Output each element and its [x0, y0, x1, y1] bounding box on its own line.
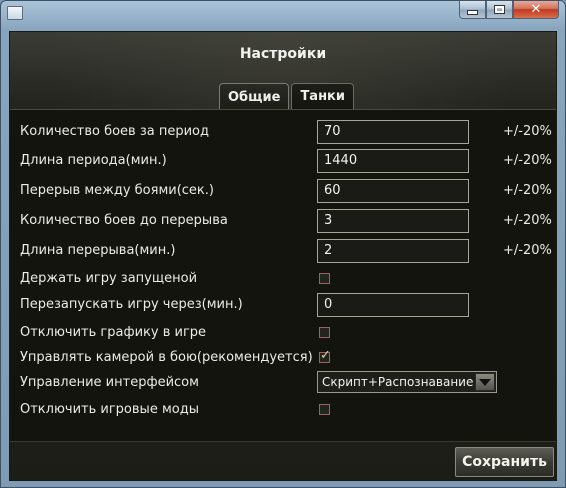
- break-length-label: Длина перерыва(мин.): [20, 243, 176, 258]
- interface-control-value: Скрипт+Распознавание: [322, 375, 474, 389]
- setting-row-period-length: Длина периода(мин.) 1440 +/-20%: [10, 148, 556, 174]
- battles-per-period-input[interactable]: 70: [317, 120, 469, 144]
- close-button[interactable]: ✕: [513, 1, 559, 19]
- keep-game-running-checkbox[interactable]: [319, 273, 330, 284]
- battles-before-break-range: +/-20%: [503, 213, 552, 228]
- chevron-down-icon[interactable]: [475, 373, 495, 391]
- app-icon: [7, 6, 23, 20]
- disable-graphics-label: Отключить графику в игре: [20, 325, 207, 340]
- keep-game-running-label: Держать игру запущеной: [20, 271, 198, 286]
- setting-row-restart-game: Перезапускать игру через(мин.) 0: [10, 292, 556, 318]
- close-icon: ✕: [530, 2, 542, 17]
- setting-row-battles-per-period: Количество боев за период 70 +/-20%: [10, 119, 556, 145]
- tab-tanks[interactable]: Танки: [291, 83, 354, 109]
- disable-mods-label: Отключить игровые моды: [20, 402, 199, 417]
- tab-bar: Общие Танки: [219, 83, 356, 110]
- window-controls: ✕: [459, 1, 559, 20]
- setting-row-control-camera: Управлять камерой в бою(рекомендуется): [10, 345, 556, 371]
- save-button[interactable]: Сохранить: [455, 447, 554, 477]
- period-length-label: Длина периода(мин.): [20, 153, 167, 168]
- break-length-input[interactable]: 2: [317, 239, 469, 263]
- disable-mods-checkbox[interactable]: [319, 404, 330, 415]
- setting-row-break-length: Длина перерыва(мин.) 2 +/-20%: [10, 238, 556, 264]
- page-title: Настройки: [239, 46, 327, 62]
- break-between-battles-label: Перерыв между боями(сек.): [20, 183, 214, 198]
- restart-game-label: Перезапускать игру через(мин.): [20, 297, 243, 312]
- setting-row-interface-control: Управление интерфейсом Скрипт+Распознава…: [10, 370, 556, 396]
- minimize-icon: [467, 10, 478, 15]
- period-length-input[interactable]: 1440: [317, 149, 469, 173]
- setting-row-disable-graphics: Отключить графику в игре: [10, 320, 556, 346]
- restart-game-input[interactable]: 0: [317, 293, 469, 317]
- break-length-range: +/-20%: [503, 243, 552, 258]
- settings-panel: Количество боев за период 70 +/-20% Длин…: [10, 109, 556, 442]
- client-area: Настройки Общие Танки Количество боев за…: [9, 31, 557, 481]
- battles-per-period-range: +/-20%: [503, 124, 552, 139]
- setting-row-keep-game-running: Держать игру запущеной: [10, 266, 556, 292]
- period-length-range: +/-20%: [503, 153, 552, 168]
- battles-before-break-label: Количество боев до перерыва: [20, 213, 228, 228]
- interface-control-select[interactable]: Скрипт+Распознавание: [317, 371, 497, 393]
- disable-graphics-checkbox[interactable]: [319, 327, 330, 338]
- settings-window: ✕ Настройки Общие Танки Количество боев …: [0, 0, 566, 488]
- break-between-battles-range: +/-20%: [503, 183, 552, 198]
- tab-general[interactable]: Общие: [219, 83, 290, 110]
- setting-row-battles-before-break: Количество боев до перерыва 3 +/-20%: [10, 208, 556, 234]
- battles-before-break-input[interactable]: 3: [317, 209, 469, 233]
- maximize-icon: [494, 5, 505, 14]
- setting-row-disable-mods: Отключить игровые моды: [10, 397, 556, 423]
- interface-control-label: Управление интерфейсом: [20, 375, 199, 390]
- battles-per-period-label: Количество боев за период: [20, 124, 210, 139]
- control-camera-checkbox[interactable]: [319, 348, 331, 363]
- minimize-button[interactable]: [459, 1, 486, 19]
- control-camera-label: Управлять камерой в бою(рекомендуется): [20, 350, 313, 365]
- break-between-battles-input[interactable]: 60: [317, 179, 469, 203]
- maximize-button[interactable]: [486, 1, 513, 19]
- setting-row-break-between-battles: Перерыв между боями(сек.) 60 +/-20%: [10, 178, 556, 204]
- title-bar[interactable]: ✕: [1, 1, 565, 25]
